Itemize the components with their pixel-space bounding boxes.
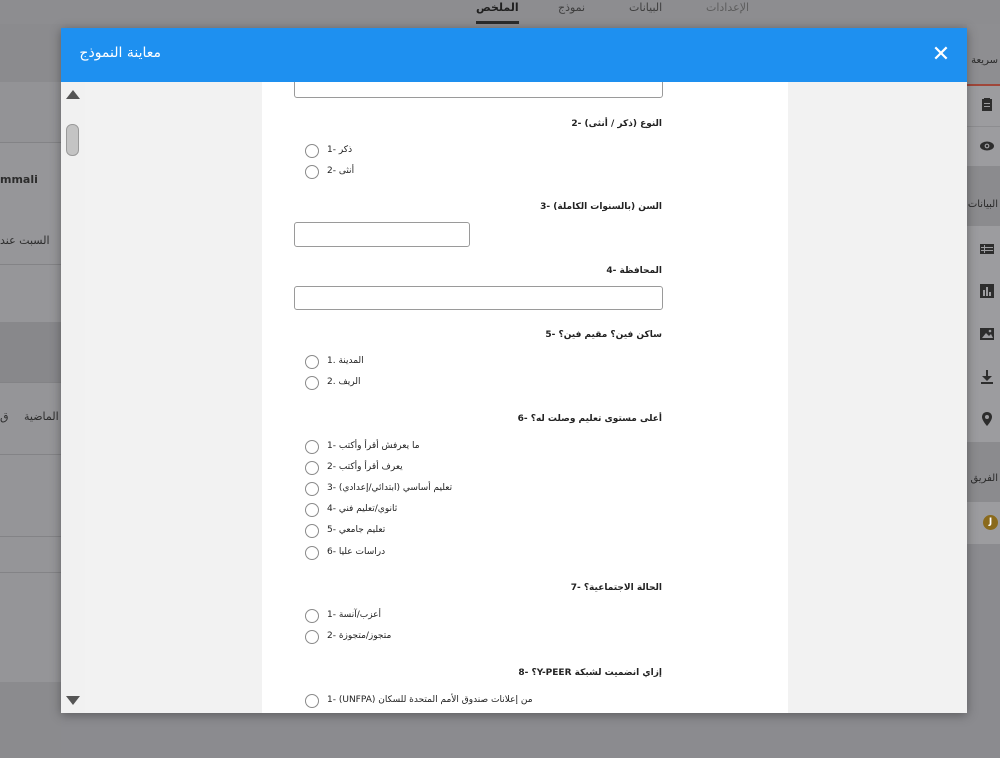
clipboard-icon[interactable] xyxy=(979,96,995,112)
question-label: أعلى مستوى تعليم وصلت له؟ -6 xyxy=(517,414,662,424)
option-label: دراسات عليا -6 xyxy=(327,547,386,557)
radio-button[interactable] xyxy=(305,694,319,708)
left-block xyxy=(0,682,61,758)
bg-text: ق xyxy=(0,410,9,423)
divider xyxy=(0,572,61,573)
left-block xyxy=(0,142,61,322)
tab-data[interactable]: البيانات xyxy=(629,0,662,24)
left-block xyxy=(0,322,61,382)
radio-button[interactable] xyxy=(305,440,319,454)
divider xyxy=(0,454,61,455)
top-navigation: الإعدادات البيانات نموذج الملخص xyxy=(0,0,1000,24)
right-block xyxy=(967,166,1000,226)
tab-form[interactable]: نموذج xyxy=(558,0,585,24)
option-label: ما يعرفش أقرأ وأكتب -1 xyxy=(327,441,420,451)
option-label: المدينة .1 xyxy=(327,356,364,366)
question-label: إزاي انضميت لشبكة Y-PEER؟ -8 xyxy=(518,668,662,678)
option-label: ثانوي/تعليم فني -4 xyxy=(327,504,398,514)
radio-option[interactable]: ذكر -1 xyxy=(305,143,605,159)
radio-button[interactable] xyxy=(305,482,319,496)
scroll-up-arrow-icon[interactable] xyxy=(66,90,80,99)
background-right-panel: سريعة البيانات الفريق J xyxy=(967,24,1000,758)
quick-label: سريعة xyxy=(971,55,998,66)
radio-button[interactable] xyxy=(305,461,319,475)
radio-button[interactable] xyxy=(305,524,319,538)
age-input[interactable] xyxy=(294,222,470,247)
divider xyxy=(0,536,61,537)
radio-option[interactable]: يعرف أقرأ وأكتب -2 xyxy=(305,460,605,476)
radio-button[interactable] xyxy=(305,165,319,179)
map-pin-icon[interactable] xyxy=(979,411,995,427)
question-label: السن (بالسنوات الكاملة) -3 xyxy=(540,202,662,212)
bar-chart-icon[interactable] xyxy=(979,283,995,299)
table-icon[interactable] xyxy=(979,241,995,257)
radio-option[interactable]: تعليم أساسي (ابتدائي/إعدادي) -3 xyxy=(305,481,605,497)
radio-option[interactable]: تعليم جامعي -5 xyxy=(305,523,605,539)
option-label: تعليم أساسي (ابتدائي/إعدادي) -3 xyxy=(327,483,453,493)
image-icon[interactable] xyxy=(979,326,995,342)
divider xyxy=(0,264,61,265)
radio-option[interactable]: دراسات عليا -6 xyxy=(305,545,605,561)
scroll-down-arrow-icon[interactable] xyxy=(66,696,80,705)
question-label: ساكن فين؟ مقيم فين؟ -5 xyxy=(545,330,662,340)
radio-option[interactable]: الريف .2 xyxy=(305,375,605,391)
question-label: النوع (ذكر / أنثى) -2 xyxy=(571,119,662,129)
close-icon[interactable]: ✕ xyxy=(929,44,953,68)
modal-header: معاينة النموذج ✕ xyxy=(61,28,967,82)
radio-option[interactable]: أنثى -2 xyxy=(305,164,605,180)
tab-settings[interactable]: الإعدادات xyxy=(706,0,749,24)
form-preview-modal: معاينة النموذج ✕ النوع (ذكر / أنثى) -2 ذ… xyxy=(61,28,967,713)
radio-button[interactable] xyxy=(305,546,319,560)
scroll-thumb[interactable] xyxy=(66,124,79,156)
option-label: يعرف أقرأ وأكتب -2 xyxy=(327,462,403,472)
radio-option[interactable]: من إعلانات صندوق الأمم المتحدة للسكان (U… xyxy=(305,693,605,709)
background-left-panel: mmali السبت عند الماضية ق xyxy=(0,24,61,758)
option-label: متجوز/متجوزة -2 xyxy=(327,631,392,641)
radio-option[interactable]: المدينة .1 xyxy=(305,354,605,370)
option-label: ذكر -1 xyxy=(327,145,353,155)
governorate-input[interactable] xyxy=(294,286,663,310)
left-block xyxy=(0,82,61,142)
option-label: أنثى -2 xyxy=(327,166,355,176)
question-label: المحافظة -4 xyxy=(606,266,662,276)
data-label: البيانات xyxy=(967,199,998,210)
question-label: الحالة الاجتماعية؟ -7 xyxy=(570,583,662,593)
option-label: من إعلانات صندوق الأمم المتحدة للسكان (U… xyxy=(327,695,533,705)
left-block xyxy=(0,382,61,682)
tab-summary[interactable]: الملخص xyxy=(476,0,519,24)
radio-button[interactable] xyxy=(305,376,319,390)
right-block xyxy=(967,442,1000,502)
option-label: تعليم جامعي -5 xyxy=(327,525,386,535)
eye-icon[interactable] xyxy=(979,138,995,154)
left-block xyxy=(0,24,61,82)
bg-text: mmali xyxy=(0,173,38,186)
option-label: أعزب/آنسة -1 xyxy=(327,610,382,620)
radio-option[interactable]: متجوز/متجوزة -2 xyxy=(305,629,605,645)
radio-button[interactable] xyxy=(305,609,319,623)
radio-button[interactable] xyxy=(305,144,319,158)
modal-title: معاينة النموذج xyxy=(79,45,161,61)
form-page: النوع (ذكر / أنثى) -2 ذكر -1 أنثى -2 الس… xyxy=(262,82,788,713)
option-label: الريف .2 xyxy=(327,377,361,387)
avatar[interactable]: J xyxy=(983,515,998,530)
radio-option[interactable]: ثانوي/تعليم فني -4 xyxy=(305,502,605,518)
radio-button[interactable] xyxy=(305,630,319,644)
bg-text: السبت عند xyxy=(0,234,50,247)
modal-body: النوع (ذكر / أنثى) -2 ذكر -1 أنثى -2 الس… xyxy=(61,82,967,713)
bg-text: الماضية xyxy=(24,410,59,423)
radio-button[interactable] xyxy=(305,355,319,369)
radio-option[interactable]: ما يعرفش أقرأ وأكتب -1 xyxy=(305,439,605,455)
radio-option[interactable]: أعزب/آنسة -1 xyxy=(305,608,605,624)
team-label: الفريق xyxy=(970,473,998,484)
text-input-previous[interactable] xyxy=(294,82,663,98)
scrollbar[interactable] xyxy=(61,82,85,713)
download-icon[interactable] xyxy=(979,369,995,385)
radio-button[interactable] xyxy=(305,503,319,517)
